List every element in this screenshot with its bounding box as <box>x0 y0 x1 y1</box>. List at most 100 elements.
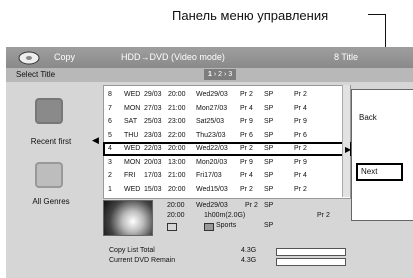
title-row[interactable]: 3 MON 20/03 13:00 Mon20/03 Pr 9 SP Pr 9 <box>104 157 350 169</box>
row-name: Thu23/03 <box>196 131 226 139</box>
title-list: 8 WED 29/03 20:00 Wed29/03 Pr 2 SP Pr 2 7 MON 27/0… <box>103 85 351 199</box>
all-genres-icon[interactable] <box>35 162 63 188</box>
remain-value: 4.3G <box>241 257 257 264</box>
title-row[interactable]: 2 FRI 17/03 21:00 Fri17/03 Pr 4 SP Pr 4 <box>104 170 350 182</box>
row-ch: Pr 2 <box>240 91 253 98</box>
row-ch: Pr 4 <box>240 104 253 112</box>
recent-first-icon[interactable] <box>35 98 63 124</box>
row-mode: SP <box>264 91 274 98</box>
row-date: 27/03 <box>144 104 162 112</box>
title-count: 8 Title <box>334 52 359 62</box>
row-time: 22:00 <box>168 131 186 139</box>
row-name: Fri17/03 <box>196 172 222 179</box>
next-button[interactable]: Next <box>356 163 403 181</box>
scrollbar[interactable] <box>342 85 350 197</box>
title-row[interactable]: 7 MON 27/03 21:00 Mon27/03 Pr 4 SP Pr 4 <box>104 103 350 115</box>
control-panel-caption: Панель меню управления <box>172 8 329 23</box>
row-pr: Pr 2 <box>294 145 307 152</box>
row-name: Sat25/03 <box>196 118 225 125</box>
row-time: 23:00 <box>168 118 186 125</box>
row-num: 7 <box>108 104 112 112</box>
title-details: 20:00 Wed29/03 Pr 2 SP 20:00 1h00m(2.0G)… <box>103 200 349 238</box>
right-arrow-icon: ▶ <box>345 145 352 154</box>
row-day: FRI <box>124 172 136 179</box>
row-mode: SP <box>264 158 274 166</box>
row-pr: Pr 6 <box>294 131 307 139</box>
row-num: 4 <box>108 145 112 152</box>
capacity-info: Copy List Total 4.3G Current DVD Remain … <box>109 247 349 277</box>
row-ch: Pr 6 <box>240 131 253 139</box>
row-day: SAT <box>124 118 138 125</box>
row-day: MON <box>124 104 141 112</box>
row-date: 15/03 <box>144 185 162 193</box>
remain-label: Current DVD Remain <box>109 257 176 264</box>
detail-time-2: 20:00 <box>167 212 185 219</box>
row-pr: Pr 9 <box>294 158 307 166</box>
left-panel: Recent first All Genres ◀ <box>6 82 99 278</box>
row-day: WED <box>124 185 141 193</box>
genre-icon <box>204 223 214 231</box>
row-num: 1 <box>108 185 112 193</box>
row-day: THU <box>124 131 139 139</box>
copy-total-value: 4.3G <box>241 247 257 254</box>
callout-leader-horizontal <box>368 14 386 15</box>
page-indicator[interactable]: 1 › 2 › 3 <box>204 69 237 80</box>
back-button[interactable]: Back <box>356 110 399 126</box>
row-ch: Pr 9 <box>240 118 253 125</box>
row-date: 20/03 <box>144 158 162 166</box>
title-row[interactable]: 5 THU 23/03 22:00 Thu23/03 Pr 6 SP Pr 6 <box>104 130 350 142</box>
row-num: 3 <box>108 158 112 166</box>
subheader-bar: Select Title 1 › 2 › 3 <box>6 68 413 82</box>
copy-total-label: Copy List Total <box>109 247 155 254</box>
title-row[interactable]: 8 WED 29/03 20:00 Wed29/03 Pr 2 SP Pr 2 <box>104 89 350 101</box>
detail-name: Wed29/03 <box>196 202 228 209</box>
row-date: 22/03 <box>144 145 162 152</box>
row-name: Mon20/03 <box>196 158 228 166</box>
row-date: 17/03 <box>144 172 162 179</box>
row-day: WED <box>124 91 141 98</box>
row-ch: Pr 2 <box>240 185 253 193</box>
row-pr: Pr 9 <box>294 118 307 125</box>
page-2[interactable]: 2 <box>218 71 222 78</box>
detail-duration: 1h00m(2.0G) <box>204 212 246 219</box>
dvd-recorder-screen: Copy HDD→DVD (Video mode) 8 Title Select… <box>6 47 413 278</box>
page-arrow-icon: › <box>213 71 217 78</box>
row-ch: Pr 2 <box>240 145 253 152</box>
row-mode: SP <box>264 118 274 125</box>
detail-program: Pr 2 <box>317 212 330 219</box>
row-name: Wed15/03 <box>196 185 228 193</box>
row-pr: Pr 2 <box>294 185 307 193</box>
row-num: 2 <box>108 172 112 179</box>
detail-mode: SP <box>264 202 274 209</box>
copy-total-bar <box>276 248 346 256</box>
row-time: 20:00 <box>168 185 186 193</box>
detail-genre-mode: SP <box>264 222 274 229</box>
all-genres-button[interactable]: All Genres <box>6 197 96 206</box>
title-row[interactable]: 4 WED 22/03 20:00 Wed22/03 Pr 2 SP Pr 2 <box>103 142 351 156</box>
row-pr: Pr 4 <box>294 104 307 112</box>
row-num: 8 <box>108 91 112 98</box>
row-mode: SP <box>264 104 274 112</box>
row-day: WED <box>124 145 141 152</box>
page-1[interactable]: 1 <box>208 71 212 78</box>
row-num: 5 <box>108 131 112 139</box>
recent-first-button[interactable]: Recent first <box>6 137 96 146</box>
info-icon <box>167 223 177 231</box>
row-date: 23/03 <box>144 131 162 139</box>
disc-icon <box>18 49 40 65</box>
copy-direction: HDD→DVD (Video mode) <box>121 52 225 62</box>
row-date: 29/03 <box>144 91 162 98</box>
row-ch: Pr 4 <box>240 172 253 179</box>
title-row[interactable]: 6 SAT 25/03 23:00 Sat25/03 Pr 9 SP Pr 9 <box>104 116 350 128</box>
page-3[interactable]: 3 <box>228 71 232 78</box>
row-name: Wed29/03 <box>196 91 228 98</box>
row-time: 21:00 <box>168 104 186 112</box>
row-mode: SP <box>264 172 274 179</box>
row-name: Mon27/03 <box>196 104 228 112</box>
title-thumbnail <box>103 200 153 236</box>
row-time: 20:00 <box>168 91 186 98</box>
mode-label: Copy <box>54 52 76 62</box>
row-mode: SP <box>264 145 274 152</box>
page-arrow-icon: › <box>224 71 227 78</box>
title-row[interactable]: 1 WED 15/03 20:00 Wed15/03 Pr 2 SP Pr 2 <box>104 184 350 196</box>
